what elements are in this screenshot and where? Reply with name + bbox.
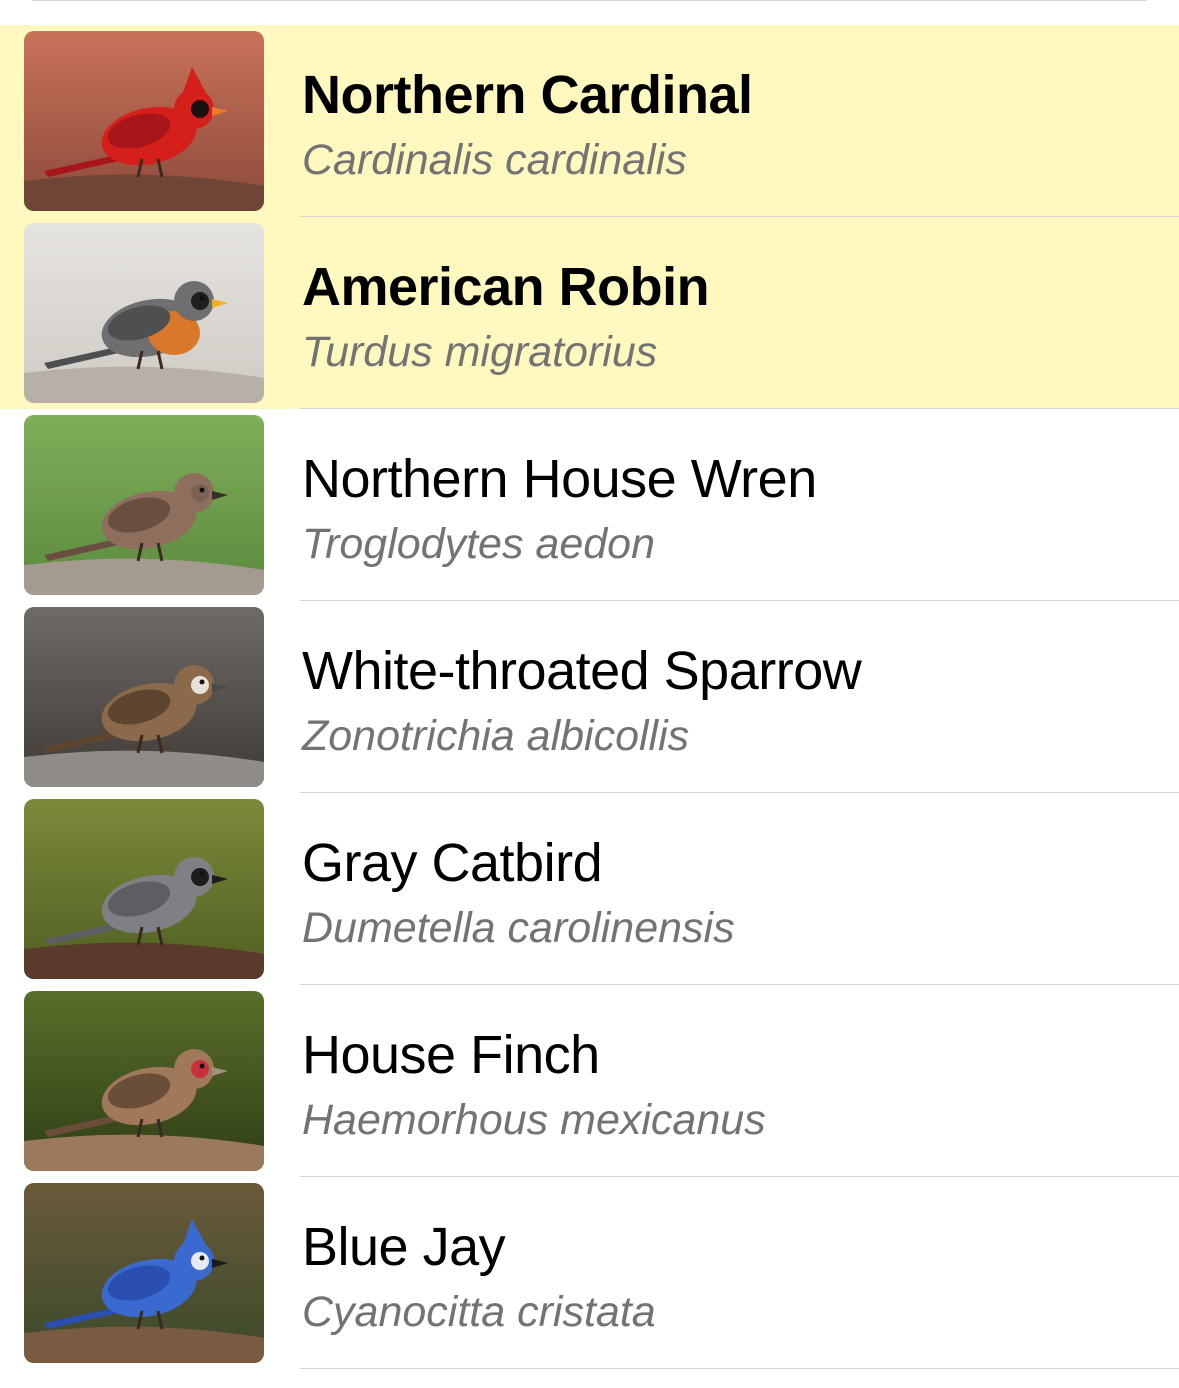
bird-photo — [24, 1183, 264, 1363]
bird-illustration — [24, 415, 264, 595]
bird-row[interactable]: House Finch Haemorhous mexicanus — [0, 985, 1179, 1177]
bird-photo — [24, 991, 264, 1171]
bird-text: White-throated Sparrow Zonotrichia albic… — [302, 639, 1159, 765]
bird-photo — [24, 415, 264, 595]
bird-common-name: American Robin — [302, 257, 710, 317]
bird-text: Northern Cardinal Cardinalis cardinalis — [302, 63, 1159, 189]
bird-row[interactable]: Northern House Wren Troglodytes aedon — [0, 409, 1179, 601]
bird-text: Gray Catbird Dumetella carolinensis — [302, 831, 1159, 957]
bird-text: American Robin Turdus migratorius — [302, 255, 1159, 381]
bird-row[interactable]: American Robin Turdus migratorius — [0, 217, 1179, 409]
bird-scientific-name: Turdus migratorius — [302, 328, 658, 376]
bird-common-name: Northern Cardinal — [302, 65, 753, 125]
bird-photo — [24, 31, 264, 211]
top-divider — [32, 0, 1147, 1]
row-separator — [300, 1368, 1179, 1369]
bird-illustration — [24, 991, 264, 1171]
bird-list[interactable]: Northern Cardinal Cardinalis cardinalis … — [0, 25, 1179, 1369]
bird-scientific-name: Zonotrichia albicollis — [302, 712, 690, 760]
bird-illustration — [24, 31, 264, 211]
bird-common-name: Blue Jay — [302, 1217, 506, 1277]
bird-text: Blue Jay Cyanocitta cristata — [302, 1215, 1159, 1341]
bird-photo — [24, 223, 264, 403]
bird-row[interactable]: Northern Cardinal Cardinalis cardinalis — [0, 25, 1179, 217]
bird-scientific-name: Haemorhous mexicanus — [302, 1096, 766, 1144]
bird-scientific-name: Dumetella carolinensis — [302, 904, 735, 952]
bird-illustration — [24, 1183, 264, 1363]
bird-common-name: Gray Catbird — [302, 833, 603, 893]
bird-common-name: White-throated Sparrow — [302, 641, 862, 701]
bird-scientific-name: Cardinalis cardinalis — [302, 136, 687, 184]
bird-photo — [24, 607, 264, 787]
bird-illustration — [24, 223, 264, 403]
bird-illustration — [24, 799, 264, 979]
bird-text: Northern House Wren Troglodytes aedon — [302, 447, 1159, 573]
bird-row[interactable]: Gray Catbird Dumetella carolinensis — [0, 793, 1179, 985]
bird-scientific-name: Troglodytes aedon — [302, 520, 655, 568]
bird-row[interactable]: White-throated Sparrow Zonotrichia albic… — [0, 601, 1179, 793]
bird-photo — [24, 799, 264, 979]
bird-scientific-name: Cyanocitta cristata — [302, 1288, 656, 1336]
bird-row[interactable]: Blue Jay Cyanocitta cristata — [0, 1177, 1179, 1369]
bird-text: House Finch Haemorhous mexicanus — [302, 1023, 1159, 1149]
bird-common-name: House Finch — [302, 1025, 600, 1085]
bird-illustration — [24, 607, 264, 787]
bird-common-name: Northern House Wren — [302, 449, 817, 509]
